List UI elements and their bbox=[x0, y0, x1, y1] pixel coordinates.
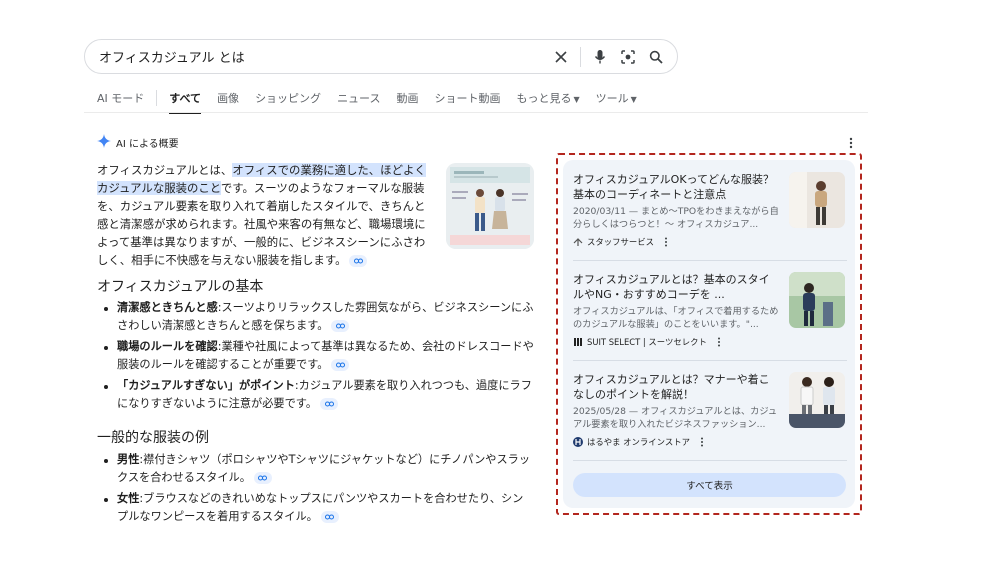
tab-tools-label: ツール bbox=[595, 92, 629, 105]
section-list: 男性:襟付きシャツ（ポロシャツやTシャツにジャケットなど）にチノパンやスラックス… bbox=[104, 451, 534, 529]
search-input[interactable] bbox=[99, 49, 552, 64]
chevron-down-icon: ▼ bbox=[630, 95, 637, 104]
source-card-thumbnail[interactable] bbox=[789, 172, 845, 228]
source-card-title[interactable]: オフィスカジュアルOKってどんな服装？基本のコーディネートと注意点 bbox=[573, 172, 778, 202]
source-card[interactable]: オフィスカジュアルとは？マナーや着こなしのポイントを解説！ 2025/05/28… bbox=[573, 372, 847, 452]
suit-select-favicon-icon bbox=[573, 337, 583, 347]
tab-shopping[interactable]: ショッピング bbox=[255, 90, 321, 106]
staff-service-favicon-icon bbox=[573, 237, 583, 247]
source-card-title[interactable]: オフィスカジュアルとは？基本のスタイルやNG・おすすめコーデを ... bbox=[573, 272, 778, 302]
list-item: 「カジュアルすぎない」がポイント:カジュアル要素を取り入れつつも、過度にラフにな… bbox=[104, 377, 534, 413]
source-card-site-name: スタッフサービス bbox=[587, 237, 654, 247]
section-heading: 一般的な服装の例 bbox=[97, 430, 209, 446]
list-item: 清潔感ときちんと感:スーツよりリラックスした雰囲気ながら、ビジネスシーンにふさわ… bbox=[104, 299, 534, 335]
link-icon[interactable] bbox=[349, 254, 368, 267]
card-divider bbox=[573, 460, 847, 461]
source-card[interactable]: オフィスカジュアルOKってどんな服装？基本のコーディネートと注意点 2020/0… bbox=[573, 172, 847, 252]
list-item-term: 清潔感ときちんと感 bbox=[117, 301, 218, 314]
tab-all[interactable]: すべて bbox=[169, 90, 201, 114]
list-item: 女性:ブラウスなどのきれいめなトップスにパンツやスカートを合わせたり、シンプルな… bbox=[104, 490, 534, 526]
source-card-snippet: 2025/05/28 — オフィスカジュアルとは、カジュアル要素を取り入れたビジ… bbox=[573, 406, 778, 430]
show-all-button[interactable]: すべて表示 bbox=[573, 473, 846, 497]
sparkle-icon bbox=[97, 134, 111, 151]
ai-overview-title: AI による概要 bbox=[116, 139, 179, 150]
overview-image[interactable] bbox=[446, 163, 534, 249]
tab-more-label: もっと見る bbox=[516, 92, 572, 105]
tab-short-videos[interactable]: ショート動画 bbox=[435, 90, 501, 106]
source-card-snippet: 2020/03/11 — まとめ〜TPOをわきまえながら自分らしくはつらつと！〜… bbox=[573, 206, 779, 230]
sources-panel: オフィスカジュアルOKってどんな服装？基本のコーディネートと注意点 2020/0… bbox=[563, 160, 855, 508]
list-item-term: 「カジュアルすぎない」がポイント bbox=[117, 379, 295, 392]
more-options-icon[interactable] bbox=[700, 437, 704, 447]
section-heading: オフィスカジュアルの基本 bbox=[97, 279, 264, 295]
tab-more[interactable]: もっと見る ▼ bbox=[517, 90, 580, 106]
search-box[interactable] bbox=[84, 39, 678, 74]
source-card-thumbnail[interactable] bbox=[789, 372, 845, 428]
source-card-site[interactable]: はるやま オンラインストア bbox=[573, 436, 704, 448]
chevron-down-icon: ▼ bbox=[573, 95, 580, 104]
more-options-icon[interactable] bbox=[664, 237, 668, 247]
tab-separator bbox=[156, 90, 158, 106]
ai-overview-header: AI による概要 bbox=[97, 134, 179, 151]
source-card-site[interactable]: スタッフサービス bbox=[573, 236, 668, 248]
list-item: 男性:襟付きシャツ（ポロシャツやTシャツにジャケットなど）にチノパンやスラックス… bbox=[104, 451, 534, 487]
tab-videos[interactable]: 動画 bbox=[397, 90, 419, 106]
link-icon[interactable] bbox=[320, 511, 339, 523]
section-list: 清潔感ときちんと感:スーツよりリラックスした雰囲気ながら、ビジネスシーンにふさわ… bbox=[104, 299, 534, 416]
search-tabs: AI モード すべて 画像 ショッピング ニュース 動画 ショート動画 もっと見… bbox=[97, 89, 653, 114]
microphone-icon[interactable] bbox=[591, 48, 609, 66]
link-icon[interactable] bbox=[331, 320, 350, 332]
tabs-divider bbox=[84, 112, 868, 113]
source-card-site[interactable]: SUIT SELECT | スーツセレクト bbox=[573, 336, 721, 348]
link-icon[interactable] bbox=[331, 359, 350, 371]
link-icon[interactable] bbox=[253, 472, 272, 484]
source-card-snippet: オフィスカジュアルは、「オフィスで着用するためのカジュアルな服装」のことをいいま… bbox=[573, 306, 779, 330]
list-item: 職場のルールを確認:業種や社風によって基準は異なるため、会社のドレスコードや服装… bbox=[104, 338, 534, 374]
lens-icon[interactable] bbox=[619, 48, 637, 66]
clear-icon[interactable] bbox=[552, 48, 570, 66]
source-card-site-name: はるやま オンラインストア bbox=[587, 437, 690, 447]
card-divider bbox=[573, 260, 847, 261]
tab-tools[interactable]: ツール ▼ bbox=[596, 90, 637, 106]
source-card-title[interactable]: オフィスカジュアルとは？マナーや着こなしのポイントを解説！ bbox=[573, 372, 778, 402]
source-card-thumbnail[interactable] bbox=[789, 272, 845, 328]
tab-news[interactable]: ニュース bbox=[337, 90, 380, 106]
source-card[interactable]: オフィスカジュアルとは？基本のスタイルやNG・おすすめコーデを ... オフィス… bbox=[573, 272, 847, 352]
list-item-text: :襟付きシャツ（ポロシャツやTシャツにジャケットなど）にチノパンやスラックスを合… bbox=[117, 453, 531, 484]
more-options-icon[interactable] bbox=[845, 136, 857, 150]
haruyama-favicon-icon bbox=[573, 437, 583, 447]
search-divider bbox=[580, 46, 581, 67]
list-item-term: 女性 bbox=[117, 492, 140, 505]
intro-text: オフィスカジュアルとは、 bbox=[97, 163, 233, 177]
tab-images[interactable]: 画像 bbox=[217, 90, 239, 106]
tab-ai-mode[interactable]: AI モード bbox=[97, 90, 144, 106]
list-item-term: 男性 bbox=[117, 453, 140, 466]
card-divider bbox=[573, 360, 847, 361]
source-card-site-name: SUIT SELECT | スーツセレクト bbox=[587, 337, 707, 347]
link-icon[interactable] bbox=[320, 398, 339, 410]
search-icon[interactable] bbox=[647, 48, 665, 66]
ai-overview-intro: オフィスカジュアルとは、オフィスでの業務に適した、ほどよくカジュアルな服装のこと… bbox=[97, 161, 435, 269]
more-options-icon[interactable] bbox=[717, 337, 721, 347]
list-item-term: 職場のルールを確認 bbox=[117, 340, 218, 353]
